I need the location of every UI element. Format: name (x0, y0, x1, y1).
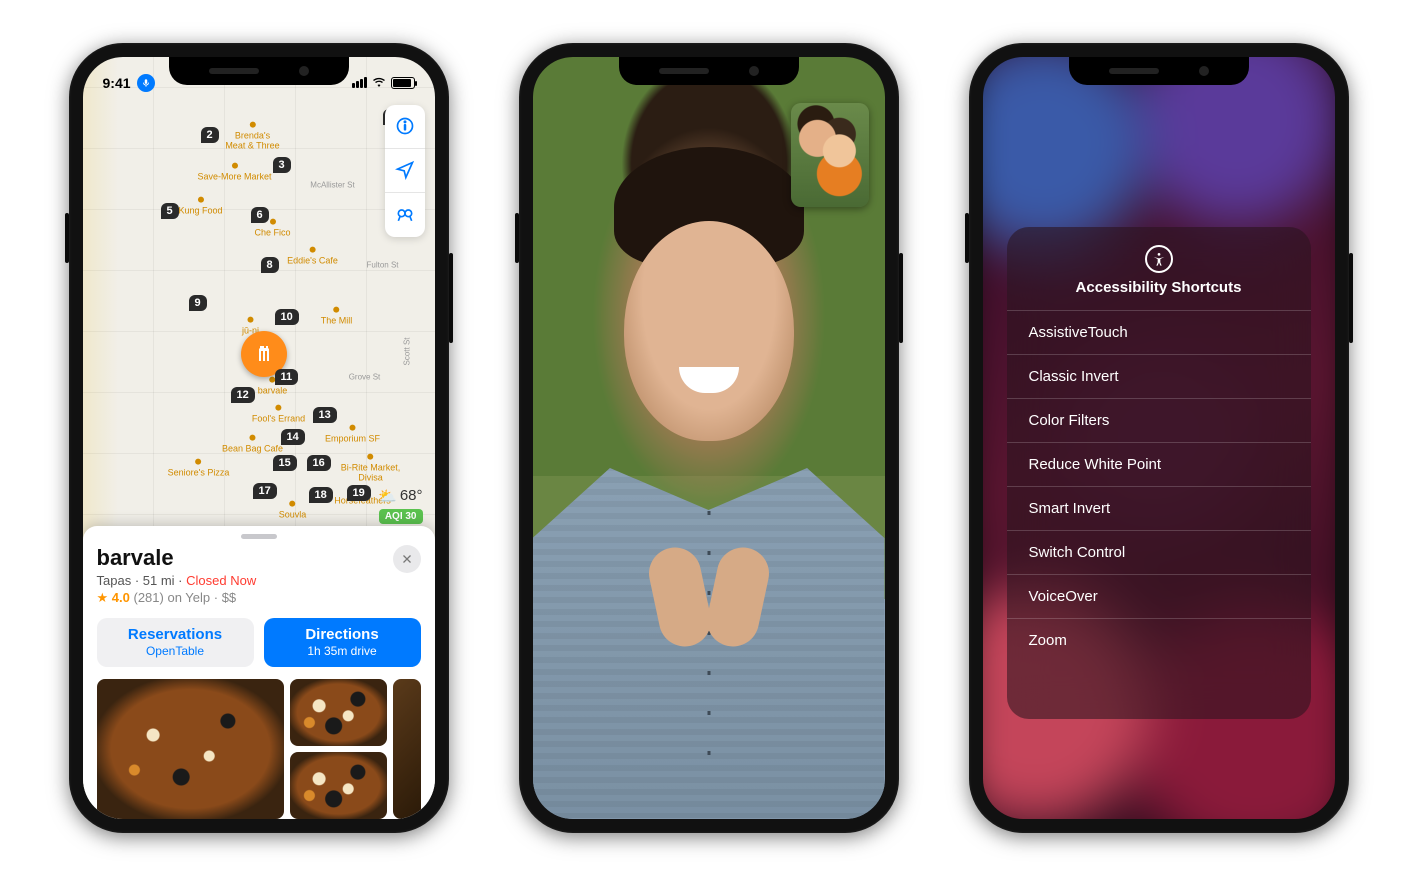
shortcut-item[interactable]: Classic Invert (1007, 354, 1311, 398)
facetime-screen[interactable] (533, 57, 885, 819)
street-label: Grove St (349, 372, 381, 381)
voiceover-index-badge: 10 (275, 309, 299, 325)
notch (1069, 57, 1249, 85)
voiceover-index-badge: 19 (347, 485, 371, 501)
shortcut-item[interactable]: Color Filters (1007, 398, 1311, 442)
notch (619, 57, 799, 85)
drag-handle[interactable] (241, 534, 277, 539)
voiceover-index-badge: 17 (253, 483, 277, 499)
map-controls (385, 105, 425, 237)
voiceover-index-badge: 14 (281, 429, 305, 445)
cellular-icon (352, 77, 367, 88)
voiceover-index-badge: 5 (161, 203, 179, 219)
place-photo[interactable] (97, 679, 285, 819)
status-right (352, 77, 415, 89)
directions-button[interactable]: Directions 1h 35m drive (264, 618, 421, 666)
voiceover-index-badge: 11 (275, 369, 299, 385)
map-poi[interactable]: Fool's Errand (252, 404, 305, 425)
map-info-button[interactable] (385, 105, 425, 149)
notch (169, 57, 349, 85)
photo-strip[interactable] (97, 679, 421, 819)
street-label: McAllister St (310, 180, 354, 189)
shortcut-item[interactable]: Switch Control (1007, 530, 1311, 574)
shortcut-item[interactable]: Zoom (1007, 618, 1311, 662)
street-label: Scott St (402, 337, 411, 365)
shortcut-item[interactable]: Smart Invert (1007, 486, 1311, 530)
battery-icon (391, 77, 415, 89)
microphone-indicator-icon (137, 74, 155, 92)
phone-accessibility: Accessibility Shortcuts AssistiveTouchCl… (969, 43, 1349, 833)
maps-screen: 9:41 Brenda'sMeat & ThreeSave-Mor (83, 57, 435, 819)
map-poi[interactable]: Eddie's Cafe (287, 246, 338, 267)
voiceover-index-badge: 2 (201, 127, 219, 143)
map-poi[interactable]: Brenda'sMeat & Three (225, 121, 279, 152)
wifi-icon (371, 77, 387, 89)
map-poi[interactable]: Save-More Market (197, 162, 271, 183)
place-photo[interactable] (290, 752, 386, 819)
voiceover-index-badge: 6 (251, 207, 269, 223)
map-poi[interactable]: Bean Bag Cafe (222, 434, 283, 455)
place-photo[interactable] (393, 679, 421, 819)
accessibility-icon (1145, 245, 1173, 273)
voiceover-index-badge: 8 (261, 257, 279, 273)
weather-widget[interactable]: ⛅ 68° AQI 30 (378, 487, 422, 524)
map-poi[interactable]: Kung Food (178, 196, 222, 217)
map-poi[interactable]: Emporium SF (325, 424, 380, 445)
current-location-button[interactable] (385, 149, 425, 193)
map-poi[interactable]: Seniore's Pizza (168, 458, 230, 479)
place-photo[interactable] (290, 679, 386, 746)
a11y-screen: Accessibility Shortcuts AssistiveTouchCl… (983, 57, 1335, 819)
panel-header: Accessibility Shortcuts (1007, 245, 1311, 310)
aqi-badge: AQI 30 (379, 509, 423, 524)
shortcut-item[interactable]: VoiceOver (1007, 574, 1311, 618)
place-subtitle: Tapas · 51 mi · Closed Now (97, 573, 257, 588)
voiceover-index-badge: 13 (313, 407, 337, 423)
shortcut-item[interactable]: Reduce White Point (1007, 442, 1311, 486)
star-icon: ★ (97, 590, 109, 605)
reservations-button[interactable]: Reservations OpenTable (97, 618, 254, 666)
place-rating-row: ★ 4.0 (281) on Yelp · $$ (97, 590, 257, 606)
phone-maps: 9:41 Brenda'sMeat & ThreeSave-Mor (69, 43, 449, 833)
self-view-pip[interactable] (791, 103, 869, 207)
voiceover-index-badge: 15 (273, 455, 297, 471)
map-poi[interactable]: Bi-Rite Market,Divisa (341, 453, 401, 484)
panel-title: Accessibility Shortcuts (1007, 279, 1311, 296)
accessibility-shortcuts-panel: Accessibility Shortcuts AssistiveTouchCl… (1007, 227, 1311, 719)
voiceover-index-badge: 16 (307, 455, 331, 471)
close-icon (401, 553, 413, 565)
place-title: barvale (97, 545, 257, 571)
place-card[interactable]: barvale Tapas · 51 mi · Closed Now ★ 4.0… (83, 526, 435, 818)
phone-facetime (519, 43, 899, 833)
shortcut-item[interactable]: AssistiveTouch (1007, 310, 1311, 354)
temperature: ⛅ 68° (378, 487, 422, 505)
look-around-button[interactable] (385, 193, 425, 237)
street-label: Fulton St (366, 260, 398, 269)
close-button[interactable] (393, 545, 421, 573)
cloud-sun-icon: ⛅ (378, 487, 397, 505)
voiceover-index-badge: 12 (231, 387, 255, 403)
voiceover-index-badge: 9 (189, 295, 207, 311)
shortcut-list: AssistiveTouchClassic InvertColor Filter… (1007, 310, 1311, 662)
voiceover-index-badge: 3 (273, 157, 291, 173)
status-time: 9:41 (103, 75, 131, 91)
map-poi[interactable]: Souvla (279, 500, 307, 521)
map-poi[interactable]: The Mill (321, 306, 353, 327)
voiceover-index-badge: 18 (309, 487, 333, 503)
